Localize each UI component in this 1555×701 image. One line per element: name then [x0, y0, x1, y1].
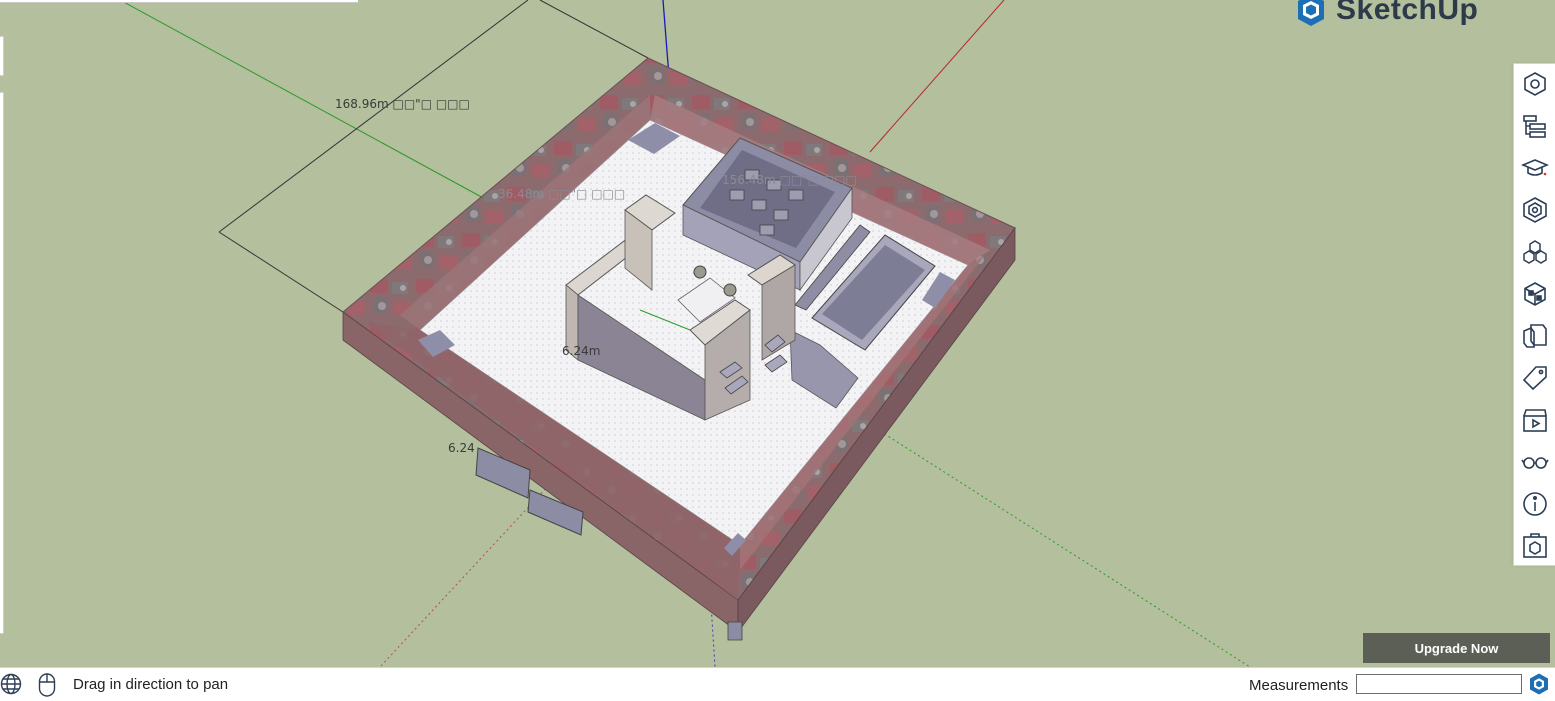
left-panel-drawer[interactable]	[0, 92, 4, 634]
dimension-label: 6.24	[448, 441, 475, 455]
layers-icon	[1523, 324, 1547, 348]
instructor-icon	[1521, 159, 1549, 176]
instructor-button[interactable]	[1519, 152, 1551, 184]
materials-button[interactable]	[1519, 236, 1551, 268]
dimension-label: 36.48m □□"□ □□□	[498, 187, 626, 201]
info-icon	[1523, 492, 1547, 516]
measurements-input[interactable]	[1356, 674, 1522, 694]
right-toolbar	[1513, 63, 1555, 566]
styles-icon	[1524, 282, 1546, 306]
display-glasses-icon	[1521, 457, 1549, 469]
3d-model-scene[interactable]	[0, 0, 1555, 667]
red-axis	[869, 0, 1005, 153]
tags-button[interactable]	[1519, 362, 1551, 394]
dimension-label: 156.48m □□"□ □□□	[722, 173, 857, 187]
components-button[interactable]	[1519, 194, 1551, 226]
entity-info-icon	[1524, 72, 1546, 96]
globe-icon[interactable]	[0, 673, 22, 695]
tags-icon	[1522, 366, 1547, 391]
entity-info-button[interactable]	[1519, 68, 1551, 100]
status-hint: Drag in direction to pan	[73, 676, 229, 693]
measurements-label: Measurements	[1249, 677, 1349, 694]
display-button[interactable]	[1519, 446, 1551, 478]
brand-name: SketchUp	[1336, 0, 1479, 26]
left-panel-edge	[0, 0, 358, 3]
status-bar: Drag in direction to pan Measurements	[0, 667, 1555, 701]
info-button[interactable]	[1519, 488, 1551, 520]
sketchup-logo-icon	[1298, 0, 1324, 26]
left-panel-tab[interactable]	[0, 36, 4, 76]
model-info-button[interactable]	[1519, 530, 1551, 562]
outliner-button[interactable]	[1519, 110, 1551, 142]
materials-cubes-icon	[1523, 240, 1547, 264]
sketchup-status-logo-icon[interactable]	[1527, 672, 1551, 696]
sketchup-brand: SketchUp	[1292, 0, 1478, 32]
outliner-icon	[1523, 115, 1546, 138]
styles-button[interactable]	[1519, 278, 1551, 310]
dimension-label: 6.24m	[562, 344, 601, 358]
dimension-label: 168.96m □□"□ □□□	[335, 97, 470, 111]
scenes-button[interactable]	[1519, 404, 1551, 436]
model-info-icon	[1523, 533, 1547, 558]
modeling-viewport[interactable]: 168.96m □□"□ □□□ 156.48m □□"□ □□□ 36.48m…	[0, 0, 1555, 667]
layers-button[interactable]	[1519, 320, 1551, 352]
components-icon	[1523, 197, 1547, 223]
mouse-icon	[38, 673, 56, 697]
upgrade-now-button[interactable]: Upgrade Now	[1363, 633, 1550, 663]
scenes-icon	[1523, 409, 1547, 432]
